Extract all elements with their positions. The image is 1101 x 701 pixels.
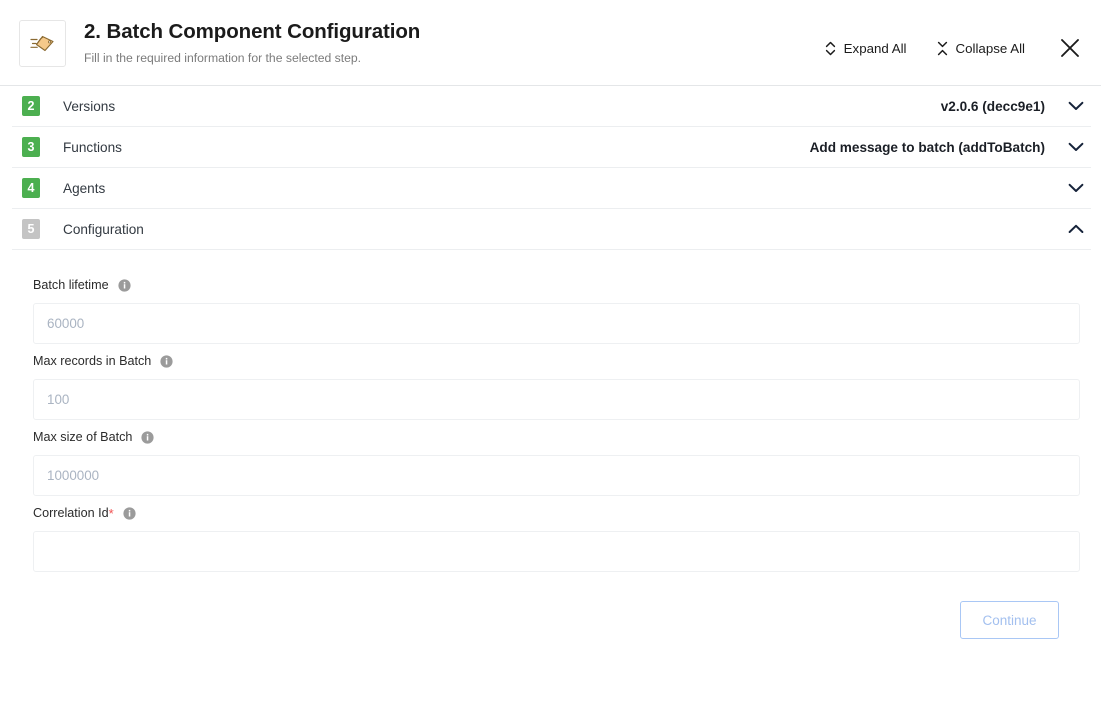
- collapse-chevrons-icon: [937, 41, 947, 55]
- chevron-down-icon[interactable]: [1065, 95, 1087, 117]
- close-button[interactable]: [1057, 35, 1083, 61]
- expand-all-button[interactable]: Expand All: [817, 37, 915, 60]
- accordion-row-functions[interactable]: 3 Functions Add message to batch (addToB…: [12, 127, 1091, 168]
- field-max-records-in-batch: Max records in Batch: [33, 354, 1080, 420]
- accordion-label-configuration: Configuration: [63, 221, 144, 237]
- field-label-correlation-id: Correlation Id: [33, 506, 109, 520]
- field-batch-lifetime: Batch lifetime: [33, 278, 1080, 344]
- batch-component-configuration-dialog: 2. Batch Component Configuration Fill in…: [0, 0, 1101, 701]
- info-icon[interactable]: [123, 506, 136, 520]
- continue-button[interactable]: Continue: [960, 601, 1059, 639]
- page-title: 2. Batch Component Configuration: [84, 20, 421, 43]
- accordion-label-agents: Agents: [63, 180, 106, 196]
- info-icon[interactable]: [141, 430, 155, 444]
- field-label-batch-lifetime: Batch lifetime: [33, 278, 109, 292]
- field-label-row: Correlation Id *: [33, 506, 1080, 520]
- close-icon: [1061, 39, 1079, 57]
- header-text-block: 2. Batch Component Configuration Fill in…: [84, 19, 817, 66]
- field-max-size-of-batch: Max size of Batch: [33, 430, 1080, 496]
- configuration-accordion: 2 Versions v2.0.6 (decc9e1) 3 Functions …: [0, 86, 1101, 250]
- accordion-value-functions: Add message to batch (addToBatch): [809, 139, 1045, 155]
- accordion-row-versions[interactable]: 2 Versions v2.0.6 (decc9e1): [12, 86, 1091, 127]
- tag-icon-glyph: [29, 35, 54, 51]
- field-label-max-size-of-batch: Max size of Batch: [33, 430, 133, 444]
- collapse-all-button[interactable]: Collapse All: [929, 37, 1033, 60]
- accordion-value-versions: v2.0.6 (decc9e1): [940, 98, 1045, 114]
- input-max-size-of-batch[interactable]: [33, 455, 1080, 496]
- field-correlation-id: Correlation Id *: [33, 506, 1080, 572]
- field-label-row: Max size of Batch: [33, 430, 1080, 444]
- collapse-all-label: Collapse All: [955, 40, 1025, 56]
- tag-icon: [19, 20, 66, 67]
- info-icon[interactable]: [117, 278, 131, 292]
- accordion-row-configuration[interactable]: 5 Configuration: [12, 209, 1091, 250]
- accordion-label-versions: Versions: [63, 98, 116, 114]
- accordion-label-functions: Functions: [63, 139, 122, 155]
- header-actions: Expand All Collapse All: [817, 35, 1087, 61]
- expand-all-label: Expand All: [843, 40, 907, 56]
- step-badge-2: 2: [22, 96, 40, 116]
- field-label-row: Batch lifetime: [33, 278, 1080, 292]
- chevron-down-icon[interactable]: [1065, 177, 1087, 199]
- step-badge-3: 3: [22, 137, 40, 157]
- accordion-row-agents[interactable]: 4 Agents: [12, 168, 1091, 209]
- input-batch-lifetime[interactable]: [33, 303, 1080, 344]
- chevron-down-icon[interactable]: [1065, 136, 1087, 158]
- field-label-max-records-in-batch: Max records in Batch: [33, 354, 152, 368]
- form-footer: Continue: [33, 579, 1080, 639]
- page-subtitle: Fill in the required information for the…: [84, 51, 362, 65]
- field-label-row: Max records in Batch: [33, 354, 1080, 368]
- input-correlation-id[interactable]: [33, 531, 1080, 572]
- step-badge-4: 4: [22, 178, 40, 198]
- info-icon[interactable]: [160, 354, 173, 368]
- dialog-header: 2. Batch Component Configuration Fill in…: [0, 0, 1101, 86]
- chevron-up-icon[interactable]: [1065, 218, 1087, 240]
- step-badge-5: 5: [22, 219, 40, 239]
- expand-chevrons-icon: [825, 41, 835, 55]
- input-max-records-in-batch[interactable]: [33, 379, 1080, 420]
- required-marker: *: [108, 505, 114, 521]
- configuration-form: Batch lifetime Max records in Batch Max …: [0, 250, 1101, 639]
